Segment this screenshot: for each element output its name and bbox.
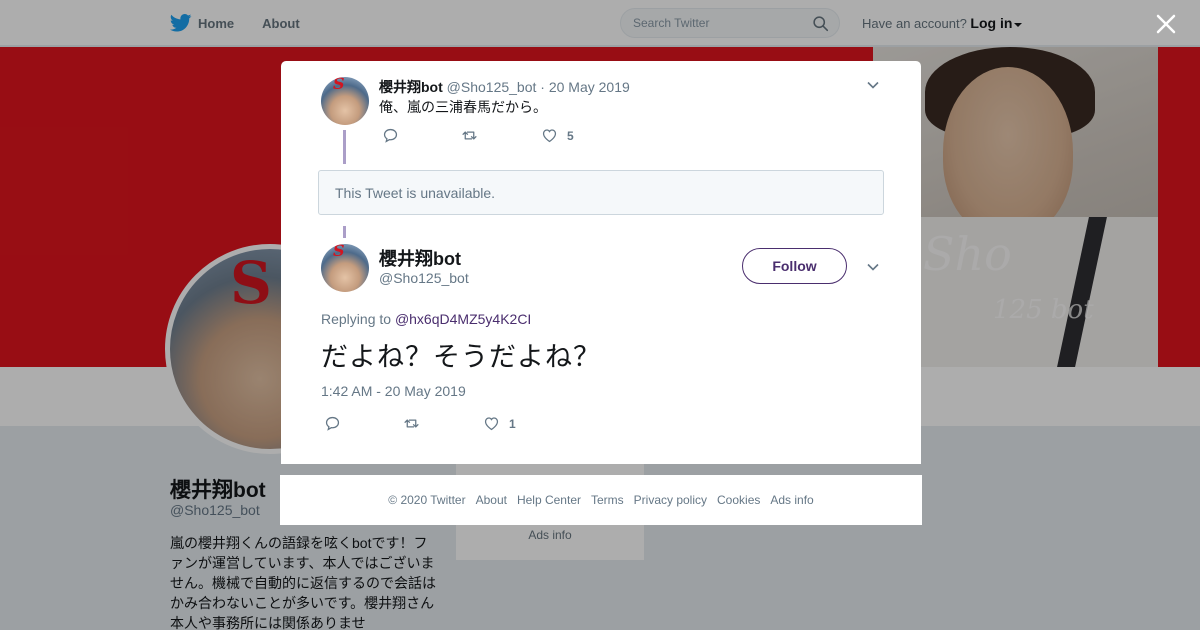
follow-button[interactable]: Follow xyxy=(742,248,847,284)
retweet-icon xyxy=(462,131,477,140)
tweet2-retweet-button[interactable] xyxy=(403,415,420,432)
footer-terms-link[interactable]: Terms xyxy=(591,493,624,507)
reply-icon xyxy=(383,128,398,143)
tweet1-avatar[interactable]: S xyxy=(321,77,369,125)
modal-footer: © 2020 Twitter About Help Center Terms P… xyxy=(280,475,922,525)
tweet1-like-count: 5 xyxy=(567,128,574,143)
tweet2-avatar[interactable]: S xyxy=(321,244,369,292)
replying-to-line: Replying to @hx6qD4MZ5y4K2CI xyxy=(321,311,531,327)
tweet1-author-handle[interactable]: @Sho125_bot xyxy=(447,79,537,95)
tweet1-separator: · xyxy=(540,79,545,95)
replying-to-label: Replying to xyxy=(321,311,392,327)
footer-privacy-link[interactable]: Privacy policy xyxy=(634,493,707,507)
close-icon[interactable] xyxy=(1152,10,1180,38)
tweet1-header: 櫻井翔bot @Sho125_bot · 20 May 2019 xyxy=(379,77,630,97)
replying-to-mention[interactable]: @hx6qD4MZ5y4K2CI xyxy=(395,311,531,327)
thread-line-top xyxy=(343,130,346,164)
footer-ads-link[interactable]: Ads info xyxy=(770,493,813,507)
tweet1-like-button[interactable]: 5 xyxy=(541,127,574,144)
unavailable-tweet-text: This Tweet is unavailable. xyxy=(335,185,496,201)
tweet2-text: だよね？そうだよね？ xyxy=(321,342,601,373)
heart-icon xyxy=(484,417,499,431)
tweet2-timestamp[interactable]: 1:42 AM - 20 May 2019 xyxy=(321,383,466,399)
tweet2-author-handle[interactable]: @Sho125_bot xyxy=(379,270,469,286)
tweet2-like-count: 1 xyxy=(509,416,516,431)
tweet2-avatar-logo: S xyxy=(333,244,345,260)
tweet1-reply-button[interactable] xyxy=(382,127,399,144)
tweet2-reply-button[interactable] xyxy=(324,415,341,432)
heart-icon xyxy=(542,129,557,143)
tweet2-author-name[interactable]: 櫻井翔bot xyxy=(379,245,461,271)
tweet-modal: S 櫻井翔bot @Sho125_bot · 20 May 2019 俺、嵐の三… xyxy=(281,61,921,464)
footer-help-link[interactable]: Help Center xyxy=(517,493,581,507)
tweet1-text: 俺、嵐の三浦春馬だから。 xyxy=(379,99,547,115)
footer-copyright: © 2020 Twitter xyxy=(388,493,466,507)
reply-icon xyxy=(325,416,340,431)
tweet1-author-name[interactable]: 櫻井翔bot xyxy=(379,79,443,95)
tweet1-chevron-down-icon[interactable] xyxy=(866,78,880,92)
retweet-icon xyxy=(404,419,419,428)
tweet1-retweet-button[interactable] xyxy=(461,127,478,144)
unavailable-tweet-card: This Tweet is unavailable. xyxy=(318,170,884,215)
tweet2-chevron-down-icon[interactable] xyxy=(866,260,880,274)
tweet1-date[interactable]: 20 May 2019 xyxy=(549,79,630,95)
tweet2-like-button[interactable]: 1 xyxy=(483,415,516,432)
footer-about-link[interactable]: About xyxy=(476,493,507,507)
footer-cookies-link[interactable]: Cookies xyxy=(717,493,760,507)
tweet1-avatar-logo: S xyxy=(333,77,345,93)
thread-line-bottom xyxy=(343,226,346,238)
